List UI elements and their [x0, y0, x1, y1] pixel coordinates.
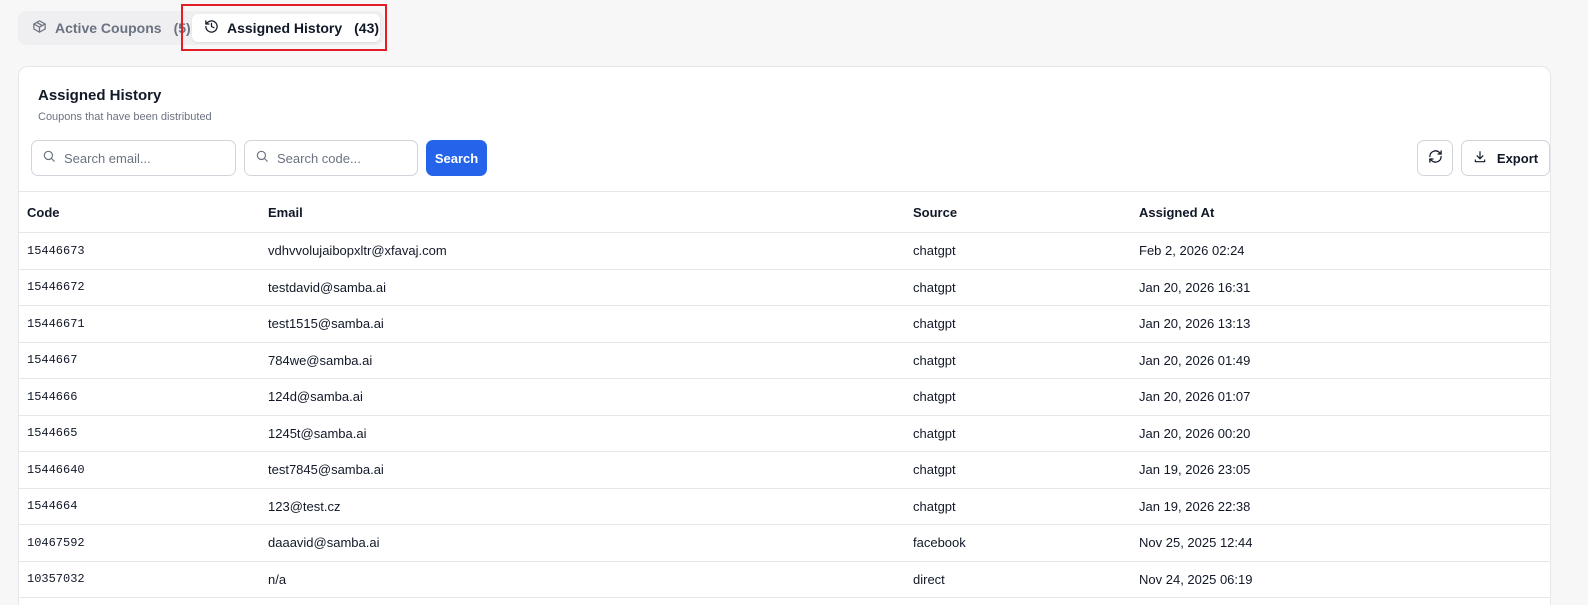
source-cell: chatgpt: [913, 279, 956, 295]
code-cell: 10467592: [27, 535, 85, 550]
assigned-at-cell: Jan 19, 2026 22:38: [1139, 498, 1251, 514]
table-row: 1544666 124d@samba.ai chatgpt Jan 20, 20…: [19, 379, 1550, 416]
email-search-input[interactable]: [64, 150, 204, 166]
tab-active-coupons[interactable]: Active Coupons (5): [32, 14, 191, 42]
search-icon: [255, 149, 269, 168]
refresh-button[interactable]: [1417, 140, 1453, 176]
search-icon: [42, 149, 56, 168]
assigned-at-cell: Feb 2, 2026 02:24: [1139, 243, 1245, 259]
email-cell: 784we@samba.ai: [268, 352, 373, 368]
code-cell: 15446672: [27, 280, 85, 295]
tab-count: (5): [173, 20, 191, 36]
source-cell: chatgpt: [913, 316, 956, 332]
table-header-row: Code Email Source Assigned At: [19, 192, 1550, 233]
email-cell: daaavid@samba.ai: [268, 535, 380, 551]
email-cell: test1515@samba.ai: [268, 316, 384, 332]
column-header-email: Email: [268, 204, 303, 220]
assigned-at-cell: Nov 24, 2025 06:19: [1139, 571, 1253, 587]
tab-assigned-history[interactable]: Assigned History (43): [192, 14, 380, 42]
code-cell: 1544667: [27, 353, 78, 368]
code-cell: 15446640: [27, 462, 85, 477]
code-cell: 15446671: [27, 316, 85, 331]
email-search-field[interactable]: [31, 140, 236, 176]
code-search-field[interactable]: [244, 140, 418, 176]
assigned-at-cell: Jan 20, 2026 16:31: [1139, 279, 1251, 295]
email-cell: 124d@samba.ai: [268, 389, 363, 405]
tab-count: (43): [354, 20, 380, 36]
table-row: 15446671 test1515@samba.ai chatgpt Jan 2…: [19, 306, 1550, 343]
table-row: 1544664 123@test.cz chatgpt Jan 19, 2026…: [19, 489, 1550, 525]
table-row: 15446673 vdhvvolujaibopxltr@xfavaj.com c…: [19, 233, 1550, 270]
source-cell: chatgpt: [913, 352, 956, 368]
source-cell: chatgpt: [913, 389, 956, 405]
download-icon: [1473, 150, 1487, 167]
source-cell: chatgpt: [913, 425, 956, 441]
code-cell: 10357032: [27, 572, 85, 587]
email-cell: vdhvvolujaibopxltr@xfavaj.com: [268, 243, 447, 259]
code-cell: 15446673: [27, 243, 85, 258]
assigned-at-cell: Jan 20, 2026 01:07: [1139, 389, 1251, 405]
code-cell: 1544666: [27, 389, 78, 404]
assigned-at-cell: Jan 20, 2026 00:20: [1139, 425, 1251, 441]
email-cell: test7845@samba.ai: [268, 462, 384, 478]
code-cell: 1544664: [27, 499, 78, 514]
source-cell: chatgpt: [913, 243, 956, 259]
card-title: Assigned History: [38, 87, 162, 104]
column-header-code: Code: [27, 204, 60, 220]
assigned-at-cell: Jan 20, 2026 01:49: [1139, 352, 1251, 368]
assigned-at-cell: Nov 25, 2025 12:44: [1139, 535, 1253, 551]
source-cell: direct: [913, 571, 945, 587]
export-button[interactable]: Export: [1461, 140, 1550, 176]
search-button[interactable]: Search: [426, 140, 487, 176]
table-row: 15446640 test7845@samba.ai chatgpt Jan 1…: [19, 452, 1550, 489]
export-label: Export: [1496, 150, 1539, 166]
refresh-icon: [1428, 149, 1443, 167]
table-row: 1544665 1245t@samba.ai chatgpt Jan 20, 2…: [19, 416, 1550, 452]
assigned-history-card: Assigned History Coupons that have been …: [18, 66, 1551, 605]
code-cell: 1544665: [27, 426, 78, 441]
column-header-assigned-at: Assigned At: [1139, 204, 1215, 220]
history-icon: [204, 19, 219, 37]
table-row: 10357032 n/a direct Nov 24, 2025 06:19: [19, 562, 1550, 598]
table-row: 15446672 testdavid@samba.ai chatgpt Jan …: [19, 270, 1550, 306]
source-cell: facebook: [913, 535, 966, 551]
email-cell: 1245t@samba.ai: [268, 425, 367, 441]
table-row: 1544667 784we@samba.ai chatgpt Jan 20, 2…: [19, 343, 1550, 379]
source-cell: chatgpt: [913, 498, 956, 514]
tab-list: Active Coupons (5) Assigned History (43): [18, 11, 384, 45]
assigned-history-table: Code Email Source Assigned At 15446673 v…: [19, 191, 1550, 598]
source-cell: chatgpt: [913, 462, 956, 478]
card-subtitle: Coupons that have been distributed: [38, 111, 212, 123]
code-search-input[interactable]: [277, 150, 417, 166]
table-row: 10467592 daaavid@samba.ai facebook Nov 2…: [19, 525, 1550, 562]
email-cell: 123@test.cz: [268, 498, 341, 514]
assigned-at-cell: Jan 19, 2026 23:05: [1139, 462, 1251, 478]
package-icon: [32, 19, 47, 37]
email-cell: testdavid@samba.ai: [268, 279, 386, 295]
tab-label: Active Coupons: [55, 20, 162, 36]
tab-label: Assigned History: [227, 20, 343, 36]
email-cell: n/a: [268, 571, 287, 587]
assigned-at-cell: Jan 20, 2026 13:13: [1139, 316, 1251, 332]
column-header-source: Source: [913, 204, 958, 220]
